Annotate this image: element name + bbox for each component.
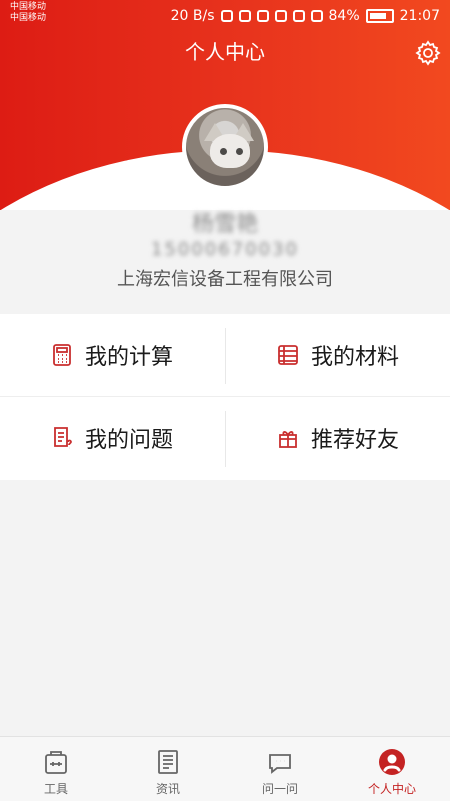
clock: 21:07 <box>399 8 440 24</box>
tab-ask[interactable]: 问一问 <box>224 737 336 801</box>
menu-my-questions[interactable]: 我的问题 <box>0 397 224 479</box>
tab-profile[interactable]: 个人中心 <box>336 737 448 801</box>
calculator-icon <box>53 344 71 366</box>
menu-label-my-calculations: 我的计算 <box>84 345 173 370</box>
profile-icon <box>379 749 405 775</box>
status-icons: 20 B/s 84% 21:07 <box>171 6 440 26</box>
battery-icon <box>365 9 394 23</box>
carrier-line-1: 中国移动 <box>10 2 47 12</box>
materials-icon <box>278 345 298 365</box>
tab-label-profile: 个人中心 <box>367 782 416 796</box>
news-icon <box>158 750 178 774</box>
cat-face <box>210 134 250 168</box>
cat-eye-right <box>236 148 243 155</box>
page-title: 个人中心 <box>185 40 265 64</box>
profile-menu-grid: 我的计算 我的材料 我的问题 推荐好友 <box>0 306 450 480</box>
alarm-icon <box>256 10 269 22</box>
user-name: 杨雪艳 <box>191 212 258 237</box>
tab-tools[interactable]: 工具 <box>0 737 112 801</box>
menu-row-2: 我的问题 推荐好友 <box>0 397 450 479</box>
signal-icon-2 <box>310 10 323 22</box>
settings-gear-icon[interactable] <box>414 39 442 67</box>
tab-label-news: 资讯 <box>155 782 180 796</box>
carrier-line-2: 中国移动 <box>10 13 47 23</box>
signal-icon <box>292 10 305 22</box>
avatar[interactable] <box>182 104 268 190</box>
status-bar: 中国移动 中国移动 20 B/s 84% 21:07 <box>0 0 450 32</box>
tab-label-tools: 工具 <box>43 782 68 796</box>
bottom-tab-bar: 工具 资讯 问一问 个人中心 <box>0 736 450 801</box>
menu-my-materials[interactable]: 我的材料 <box>226 314 450 396</box>
gift-icon <box>279 431 297 448</box>
carrier-info: 中国移动 中国移动 <box>10 2 46 24</box>
tab-news[interactable]: 资讯 <box>112 737 224 801</box>
menu-row-1: 我的计算 我的材料 <box>0 314 450 397</box>
question-document-icon <box>54 427 72 449</box>
tab-label-ask: 问一问 <box>261 782 298 796</box>
network-speed: 20 B/s <box>170 8 215 24</box>
cat-eye-left <box>220 148 227 155</box>
chat-icon <box>269 754 291 774</box>
menu-label-my-materials: 我的材料 <box>310 345 399 370</box>
vibration-icon <box>238 10 251 22</box>
toolbox-icon <box>45 751 67 774</box>
nfc-icon <box>220 10 233 22</box>
battery-percentage: 84% <box>328 8 360 24</box>
menu-label-my-questions: 我的问题 <box>84 428 173 453</box>
menu-my-calculations[interactable]: 我的计算 <box>0 314 224 396</box>
menu-label-recommend-friends: 推荐好友 <box>310 428 399 453</box>
menu-recommend-friends[interactable]: 推荐好友 <box>226 397 450 479</box>
hd-icon <box>274 10 287 22</box>
company-name: 上海宏信设备工程有限公司 <box>117 269 333 290</box>
user-phone: 15000670030 <box>151 239 299 260</box>
